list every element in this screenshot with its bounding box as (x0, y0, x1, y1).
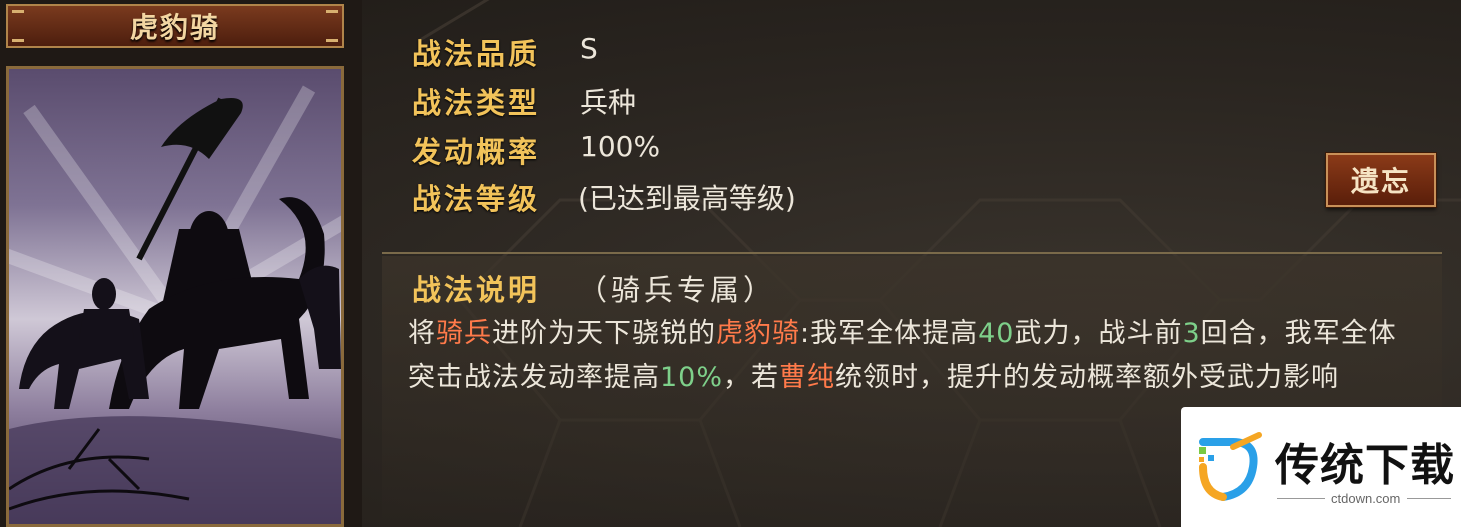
desc-highlight-skill: 虎豹骑 (716, 318, 800, 349)
skill-name: 虎豹骑 (129, 11, 220, 44)
desc-highlight-cavalry: 骑兵 (436, 318, 492, 349)
desc-highlight-number: 40 (978, 318, 1015, 349)
level-value: (已达到最高等级) (578, 182, 796, 215)
type-value: 兵种 (580, 86, 637, 119)
desc-segment: 武力，战斗前 (1014, 318, 1183, 349)
type-label: 战法类型 (412, 86, 541, 120)
description-subheading: （骑兵专属） (578, 273, 777, 307)
desc-segment: ，若 (723, 362, 780, 393)
divider (382, 252, 1442, 254)
forget-button[interactable]: 遗忘 (1326, 153, 1436, 207)
watermark-url: ctdown.com (1331, 491, 1401, 506)
desc-highlight-general: 曹纯 (779, 362, 836, 393)
desc-highlight-number: 3 (1182, 318, 1201, 349)
skill-title-bar: 虎豹骑 (6, 4, 344, 48)
desc-segment: 统领时，提升的发动概率额外受武力影响 (835, 362, 1340, 393)
desc-segment: 将 (408, 318, 436, 349)
watermark-logo-icon (1199, 432, 1262, 501)
description-heading: 战法说明 (412, 273, 541, 307)
description-text: 将骑兵进阶为天下骁锐的虎豹骑:我军全体提高40武力，战斗前3回合，我军全体突击战… (408, 312, 1418, 400)
quality-label: 战法品质 (412, 37, 541, 71)
desc-highlight-number: 10% (660, 362, 724, 393)
watermark-line-left (1277, 498, 1325, 499)
watermark: 传统下载 ctdown.com (1181, 407, 1461, 527)
level-label: 战法等级 (412, 182, 541, 216)
trigger-rate-value: 100% (580, 130, 661, 163)
skill-card-illustration (6, 66, 344, 527)
quality-value: S (580, 32, 598, 65)
watermark-title: 传统下载 (1275, 440, 1455, 491)
watermark-line-right (1407, 498, 1451, 499)
desc-segment: :我军全体提高 (800, 318, 979, 349)
desc-segment: 进阶为天下骁锐的 (492, 318, 716, 349)
trigger-rate-label: 发动概率 (412, 135, 541, 169)
